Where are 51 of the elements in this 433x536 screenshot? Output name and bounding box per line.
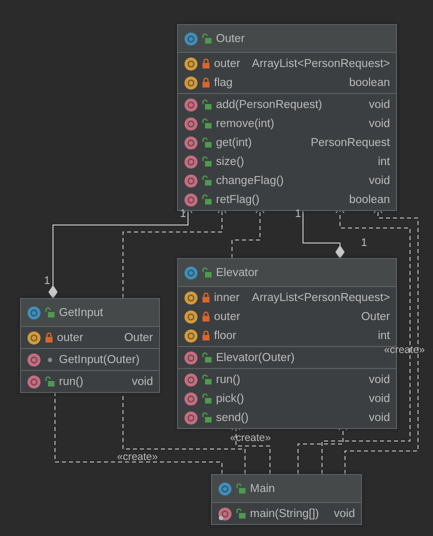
multiplicity-label: 1: [180, 209, 186, 220]
member-type: void: [368, 412, 390, 424]
class-name: Elevator: [216, 266, 260, 278]
member-name: retFlag(): [216, 194, 260, 206]
member-name: main(String[]): [250, 508, 320, 520]
member-name: outer: [57, 332, 84, 344]
member-type: boolean: [349, 194, 390, 206]
member-type: int: [378, 330, 390, 342]
member-name: outer: [214, 310, 242, 322]
stereotype-label: «create»: [384, 345, 425, 356]
class-name: Main: [250, 482, 276, 494]
class-name: GetInput: [59, 306, 104, 318]
member-name: run(): [59, 376, 84, 388]
member-type: PersonRequest: [310, 136, 390, 148]
member-type: void: [368, 392, 390, 404]
class-icon: [184, 266, 198, 280]
member-name: flag: [214, 76, 234, 88]
member-type: void: [368, 374, 390, 386]
member-name: remove(int): [216, 118, 276, 130]
multiplicity-label: 1: [361, 238, 368, 249]
member-type: void: [368, 174, 390, 186]
member-type: ArrayList<PersonRequest>: [252, 58, 390, 70]
member-type: void: [368, 98, 390, 110]
member-name: inner: [214, 292, 241, 304]
member-name: pick(): [216, 392, 246, 404]
member-name: get(int): [216, 136, 253, 148]
member-type: void: [334, 508, 355, 520]
class-icon: [184, 32, 198, 46]
stereotype-label: «create»: [230, 433, 271, 444]
member-type: ArrayList<PersonRequest>: [252, 292, 390, 304]
multiplicity-label: 1: [295, 209, 302, 220]
member-name: changeFlag(): [216, 174, 285, 186]
member-type: boolean: [349, 76, 390, 88]
member-name: add(PersonRequest): [216, 98, 324, 110]
class-icon: [27, 306, 41, 320]
member-type: Outer: [361, 310, 390, 322]
member-name: floor: [214, 330, 238, 342]
member-name: GetInput(Outer): [59, 354, 141, 366]
class-name: Outer: [216, 32, 246, 44]
multiplicity-label: 1: [44, 276, 50, 287]
member-name: send(): [216, 412, 250, 424]
class-icon: [218, 482, 232, 496]
member-type: int: [378, 156, 390, 168]
stereotype-label: «create»: [117, 452, 158, 462]
member-name: Elevator(Outer): [216, 352, 296, 364]
member-name: outer: [214, 58, 242, 70]
member-name: size(): [216, 156, 246, 168]
member-type: Outer: [124, 332, 153, 344]
member-type: void: [368, 118, 390, 130]
member-type: void: [132, 376, 153, 388]
member-name: run(): [216, 374, 242, 386]
